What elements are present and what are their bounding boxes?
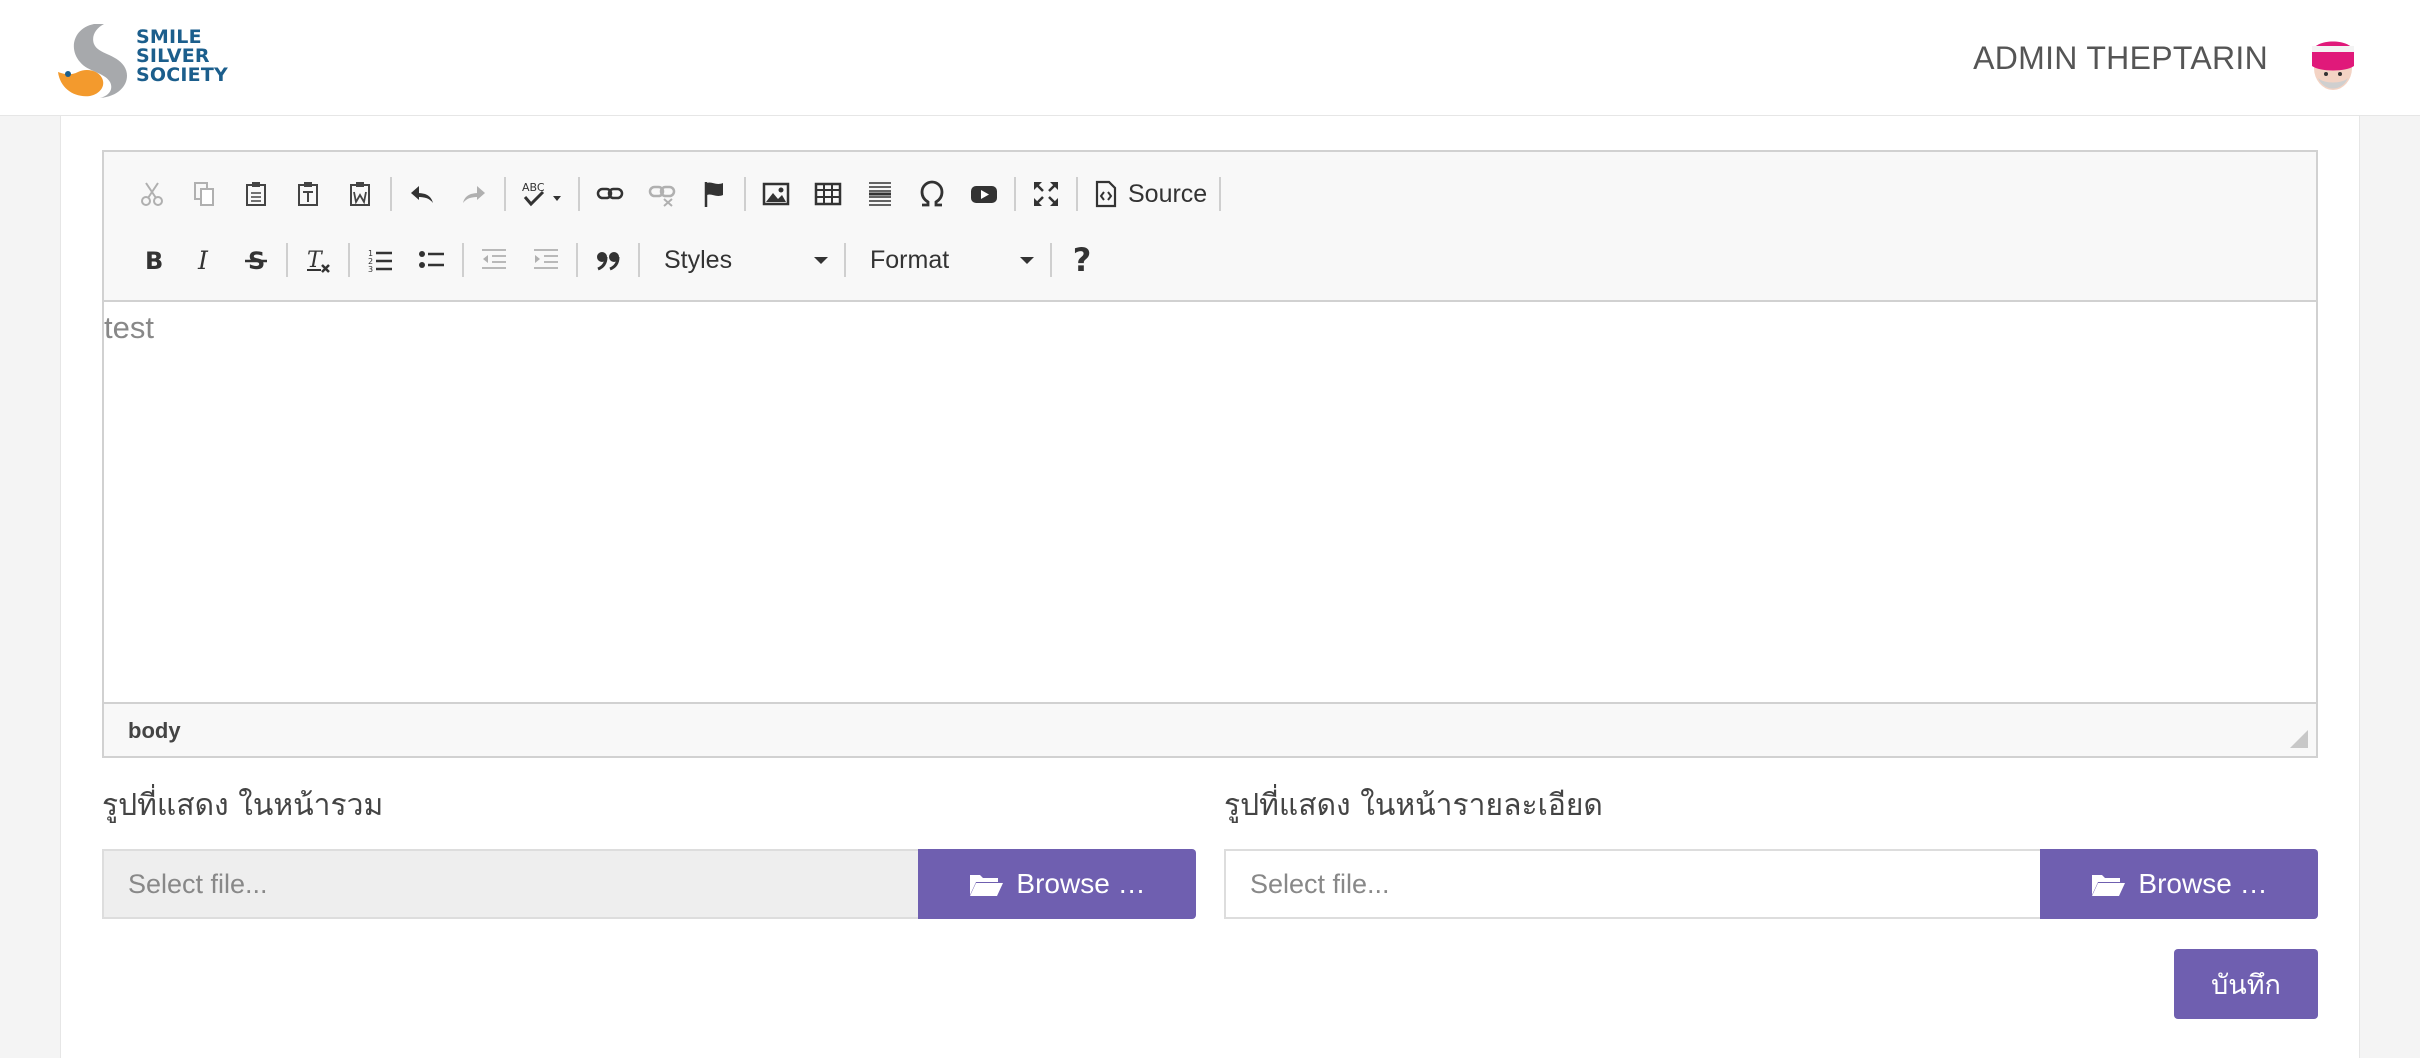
resize-handle-icon[interactable] [2290, 730, 2308, 748]
source-button[interactable]: Source [1082, 171, 1215, 217]
source-label: Source [1128, 179, 1208, 208]
rich-text-editor: ABC Source B I S T 1 2 3 Styles Format ?… [102, 150, 2318, 758]
paste-word-icon[interactable] [334, 171, 386, 217]
help-button[interactable]: ? [1056, 237, 1108, 283]
undo-icon[interactable] [396, 171, 448, 217]
svg-text:3: 3 [368, 265, 373, 274]
toolbar-separator [462, 243, 464, 277]
numbered-list-icon[interactable]: 123 [354, 237, 406, 283]
logo-text: SMILE SILVER SOCIETY [136, 28, 228, 85]
youtube-icon[interactable] [958, 171, 1010, 217]
format-dropdown[interactable]: Format [850, 237, 1046, 283]
file-placeholder: Select file... [128, 868, 268, 899]
list-image-browse-button[interactable]: Browse … [918, 849, 1196, 919]
avatar-icon [2312, 41, 2354, 90]
anchor-icon[interactable] [688, 171, 740, 217]
toolbar-separator [844, 243, 846, 277]
italic-icon[interactable]: I [178, 237, 230, 283]
editor-content[interactable]: test [104, 302, 2316, 704]
element-path[interactable]: body [128, 718, 181, 744]
list-image-upload: Select file... Browse … [102, 849, 1196, 919]
avatar[interactable] [2306, 32, 2360, 94]
toolbar-separator [638, 243, 640, 277]
detail-image-browse-button[interactable]: Browse … [2040, 849, 2318, 919]
source-icon [1095, 180, 1117, 208]
svg-text:I: I [197, 246, 209, 275]
detail-image-label: รูปที่แสดง ในหน้ารายละเอียด [1224, 788, 1603, 823]
toolbar-row-1: ABC Source [126, 166, 1225, 222]
toolbar-separator [1219, 177, 1222, 211]
format-label: Format [870, 245, 950, 274]
redo-icon[interactable] [448, 171, 500, 217]
styles-label: Styles [664, 245, 733, 274]
toolbar-separator [1014, 177, 1016, 211]
folder-open-icon [970, 875, 1004, 896]
bulleted-list-icon[interactable] [406, 237, 458, 283]
toolbar-separator [578, 177, 580, 211]
horizontal-line-icon[interactable] [854, 171, 906, 217]
unlink-icon[interactable] [636, 171, 688, 217]
chevron-down-icon [814, 256, 828, 264]
list-image-file-input[interactable]: Select file... [102, 849, 918, 919]
folder-open-icon [2092, 875, 2126, 896]
cut-icon[interactable] [126, 171, 178, 217]
user-name[interactable]: ADMIN THEPTARIN [1973, 40, 2268, 77]
editor-text: test [104, 310, 154, 345]
toolbar-separator [286, 243, 288, 277]
editor-statusbar: body [104, 702, 2316, 756]
detail-image-file-input[interactable]: Select file... [1224, 849, 2040, 919]
image-icon[interactable] [750, 171, 802, 217]
outdent-icon[interactable] [468, 237, 520, 283]
special-char-icon[interactable] [906, 171, 958, 217]
browse-label: Browse … [1016, 868, 1146, 899]
svg-text:B: B [145, 247, 163, 275]
chevron-down-icon [1020, 256, 1034, 264]
logo-line-3: SOCIETY [136, 64, 228, 86]
copy-icon[interactable] [178, 171, 230, 217]
spellcheck-icon[interactable]: ABC [510, 171, 574, 217]
toolbar-separator [1076, 177, 1078, 211]
toolbar-separator [576, 243, 578, 277]
toolbar-separator [504, 177, 506, 211]
paste-icon[interactable] [230, 171, 282, 217]
help-icon: ? [1072, 241, 1092, 279]
styles-dropdown[interactable]: Styles [644, 237, 840, 283]
link-icon[interactable] [584, 171, 636, 217]
browse-label: Browse … [2138, 868, 2268, 899]
toolbar-separator [390, 177, 392, 211]
paste-text-icon[interactable] [282, 171, 334, 217]
strikethrough-icon[interactable]: S [230, 237, 282, 283]
maximize-icon[interactable] [1020, 171, 1072, 217]
bold-icon[interactable]: B [126, 237, 178, 283]
list-image-label: รูปที่แสดง ในหน้ารวม [102, 788, 384, 823]
detail-image-upload: Select file... Browse … [1224, 849, 2318, 919]
toolbar-separator [348, 243, 350, 277]
toolbar-separator [1050, 243, 1052, 277]
indent-icon[interactable] [520, 237, 572, 283]
file-placeholder: Select file... [1250, 868, 1390, 899]
save-button[interactable]: บันทึก [2174, 949, 2318, 1019]
toolbar-row-2: B I S T 123 Styles Format ? [126, 232, 1108, 288]
editor-toolbar: ABC Source B I S T 1 2 3 Styles Format ? [104, 152, 2316, 302]
top-navbar: SMILE SILVER SOCIETY ADMIN THEPTARIN [0, 0, 2420, 116]
table-icon[interactable] [802, 171, 854, 217]
remove-format-icon[interactable]: T [292, 237, 344, 283]
blockquote-icon[interactable] [582, 237, 634, 283]
toolbar-separator [744, 177, 746, 211]
